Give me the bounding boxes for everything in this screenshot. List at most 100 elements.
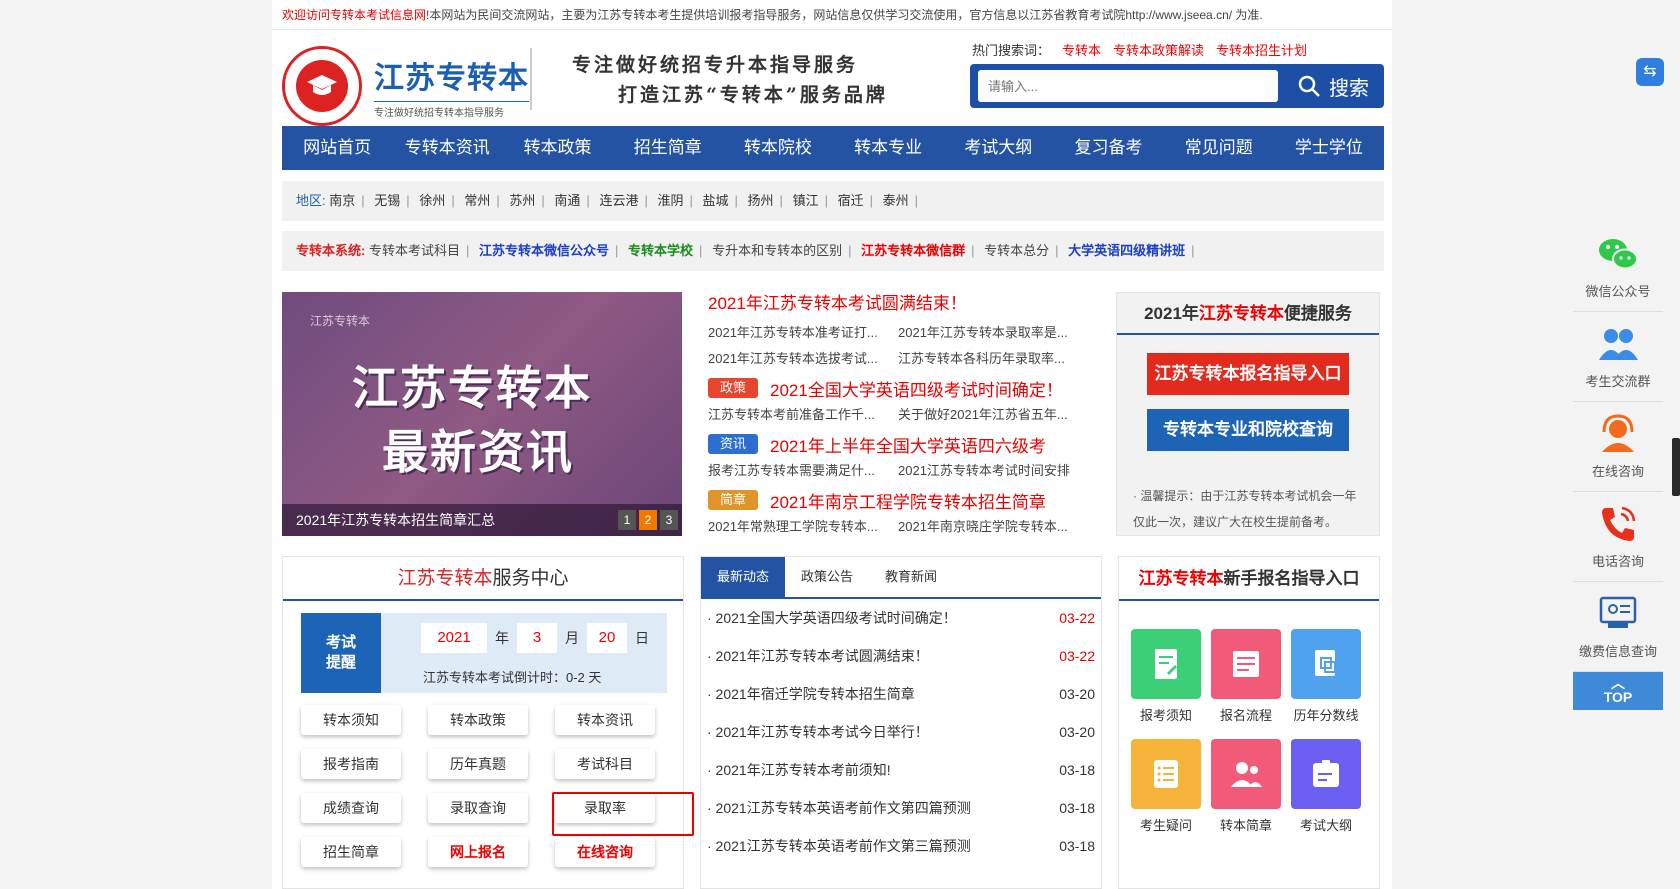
nav-item[interactable]: 招生简章 [613, 126, 723, 170]
system-link[interactable]: 专转本总分 [984, 243, 1049, 258]
nav-item[interactable]: 转本专业 [833, 126, 943, 170]
region-link[interactable]: 扬州 [748, 193, 774, 208]
welcome-link[interactable]: 欢迎访问专转本考试信息网 [282, 8, 426, 22]
nav-item[interactable]: 复习备考 [1053, 126, 1163, 170]
nav-item[interactable]: 转本院校 [723, 126, 833, 170]
news-link[interactable]: 2021年江苏专转本准考证打... [708, 320, 898, 346]
tab-policy[interactable]: 政策公告 [785, 557, 869, 597]
browser-extension-icon[interactable]: ⇆ [1636, 58, 1664, 86]
news-link[interactable]: 2021年常熟理工学院专转本... [708, 514, 898, 540]
system-link[interactable]: 专转本学校 [628, 243, 693, 258]
news-link[interactable]: 2021江苏专转本考试时间安排 [898, 458, 1088, 484]
float-consult[interactable]: 在线咨询 [1573, 402, 1663, 492]
news-link[interactable]: 江苏专转本考前准备工作千... [708, 402, 898, 428]
news-link[interactable]: 2021年江苏专转本录取率是... [898, 320, 1088, 346]
carousel-page-3[interactable]: 3 [660, 510, 678, 530]
region-link[interactable]: 南京 [329, 193, 355, 208]
news-banner-carousel[interactable]: 江苏专转本 江苏专转本 最新资讯 2021年江苏专转本招生简章汇总 1 2 3 [282, 292, 682, 536]
region-link[interactable]: 镇江 [793, 193, 819, 208]
side-scroll-handle[interactable] [1672, 438, 1680, 496]
news-link[interactable]: 关于做好2021年江苏省五年... [898, 402, 1088, 428]
registration-guide-button[interactable]: 江苏专转本报名指导入口 [1147, 353, 1349, 395]
carousel-page-2[interactable]: 2 [639, 510, 657, 530]
list-item[interactable]: · 2021年江苏专转本考前须知! 03-18 [707, 751, 1095, 789]
region-link[interactable]: 盐城 [703, 193, 729, 208]
region-label: 地区: [296, 193, 326, 208]
news-headline[interactable]: 2021年江苏专转本考试圆满结束！ [708, 292, 1088, 320]
guide-item[interactable]: 报名流程 [1211, 629, 1281, 725]
guide-item[interactable]: 考生疑问 [1131, 739, 1201, 835]
guide-item[interactable]: 考试大纲 [1291, 739, 1361, 835]
news-headline[interactable]: 2021年南京工程学院专转本招生简章 [770, 488, 1046, 513]
online-consult-button[interactable]: 在线咨询 [555, 837, 655, 867]
guide-item[interactable]: 历年分数线 [1291, 629, 1361, 725]
online-register-button[interactable]: 网上报名 [428, 837, 528, 867]
hot-word[interactable]: 专转本招生计划 [1216, 43, 1307, 58]
nav-item[interactable]: 网站首页 [282, 126, 392, 170]
nav-item[interactable]: 常见问题 [1164, 126, 1274, 170]
slogan-line-2: 打造江苏“专转本”服务品牌 [618, 84, 888, 106]
list-item[interactable]: · 2021年宿迁学院专转本招生简章 03-20 [707, 675, 1095, 713]
news-headline[interactable]: 2021年上半年全国大学英语四六级考 [770, 432, 1046, 457]
carousel-page-1[interactable]: 1 [618, 510, 636, 530]
back-to-top-button[interactable]: ︿ TOP [1573, 672, 1663, 710]
float-group[interactable]: 考生交流群 [1573, 312, 1663, 402]
search-button[interactable]: 搜索 [1288, 70, 1378, 102]
tab-education-news[interactable]: 教育新闻 [869, 557, 953, 597]
news-link[interactable]: 报考江苏专转本需要满足什... [708, 458, 898, 484]
system-link[interactable]: 大学英语四级精讲班 [1068, 243, 1185, 258]
float-payment-query[interactable]: 缴费信息查询 [1573, 582, 1663, 672]
guide-item[interactable]: 转本简章 [1211, 739, 1281, 835]
service-button[interactable]: 转本须知 [301, 705, 401, 735]
nav-item[interactable]: 考试大纲 [943, 126, 1053, 170]
region-link[interactable]: 南通 [554, 193, 580, 208]
note-edit-icon [1131, 629, 1201, 699]
major-school-query-button[interactable]: 专转本专业和院校查询 [1147, 409, 1349, 451]
nav-item[interactable]: 转本政策 [502, 126, 612, 170]
service-button[interactable]: 报考指南 [301, 749, 401, 779]
float-wechat[interactable]: 微信公众号 [1573, 222, 1663, 312]
graduation-cap-icon [296, 60, 348, 112]
region-link[interactable]: 无锡 [374, 193, 400, 208]
service-button[interactable]: 招生简章 [301, 837, 401, 867]
service-button[interactable]: 转本资讯 [555, 705, 655, 735]
news-headline[interactable]: 2021全国大学英语四级考试时间确定！ [770, 376, 1063, 401]
system-link[interactable]: 专升本和专转本的区别 [712, 243, 842, 258]
region-link[interactable]: 徐州 [419, 193, 445, 208]
service-button[interactable]: 考试科目 [555, 749, 655, 779]
system-link[interactable]: 江苏专转本微信群 [861, 243, 965, 258]
system-link[interactable]: 专转本考试科目 [369, 243, 460, 258]
region-link[interactable]: 泰州 [883, 193, 909, 208]
score-query-button[interactable]: 成绩查询 [301, 793, 401, 823]
nav-item[interactable]: 学士学位 [1274, 126, 1384, 170]
tab-latest[interactable]: 最新动态 [701, 557, 786, 597]
float-phone[interactable]: 电话咨询 [1573, 492, 1663, 582]
list-item[interactable]: · 2021江苏专转本英语考前作文第四篇预测 03-18 [707, 789, 1095, 827]
news-link[interactable]: 2021年南京晓庄学院专转本... [898, 514, 1088, 540]
service-button[interactable]: 历年真题 [428, 749, 528, 779]
list-item[interactable]: · 2021年江苏专转本考试圆满结束！ 03-22 [707, 637, 1095, 675]
region-link[interactable]: 宿迁 [838, 193, 864, 208]
phone-icon [1602, 506, 1636, 541]
search-input[interactable] [978, 70, 1278, 102]
guide-item[interactable]: 报考须知 [1131, 629, 1201, 725]
policy-tag: 政策 [708, 378, 758, 398]
system-link[interactable]: 江苏专转本微信公众号 [479, 243, 609, 258]
hot-word[interactable]: 专转本 [1062, 43, 1101, 58]
region-link[interactable]: 常州 [464, 193, 490, 208]
guide-icons: 报考须知 报名流程 历年分数线 考生疑问 转本简章 考试大纲 [1131, 629, 1371, 835]
list-item[interactable]: · 2021年江苏专转本考试今日举行！ 03-20 [707, 713, 1095, 751]
news-link[interactable]: 2021年江苏专转本选拔考试... [708, 346, 898, 372]
site-logo[interactable]: 江苏专转本 专注做好统招专转本指导服务 [282, 46, 529, 126]
list-icon [1131, 739, 1201, 809]
service-button[interactable]: 录取查询 [428, 793, 528, 823]
news-link[interactable]: 江苏专转本各科历年录取率... [898, 346, 1088, 372]
region-link[interactable]: 苏州 [509, 193, 535, 208]
nav-item[interactable]: 专转本资讯 [392, 126, 502, 170]
list-item[interactable]: · 2021江苏专转本英语考前作文第三篇预测 03-18 [707, 827, 1095, 865]
hot-word[interactable]: 专转本政策解读 [1113, 43, 1204, 58]
region-link[interactable]: 连云港 [599, 193, 638, 208]
service-button[interactable]: 转本政策 [428, 705, 528, 735]
region-link[interactable]: 淮阴 [657, 193, 683, 208]
list-item[interactable]: · 2021全国大学英语四级考试时间确定！ 03-22 [707, 599, 1095, 637]
